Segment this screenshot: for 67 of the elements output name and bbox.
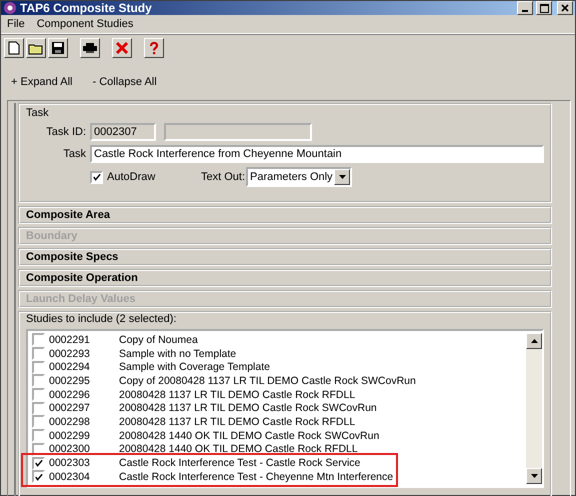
checkbox[interactable] (32, 347, 45, 360)
study-name: Sample with Coverage Template (119, 361, 270, 374)
study-id: 0002296 (49, 388, 91, 401)
close-icon (561, 4, 569, 12)
input-field[interactable] (164, 123, 312, 141)
group-heading: Task (26, 107, 50, 119)
section-header[interactable]: Composite Area (18, 206, 552, 224)
group-heading: Studies to include (2 selected): (26, 313, 178, 325)
study-id: 0002300 (49, 443, 91, 456)
study-id: 0002299 (49, 430, 91, 442)
checkbox[interactable] (32, 402, 45, 415)
dropdown-arrow-icon (338, 175, 346, 179)
window-title: TAP6 Composite Study (20, 1, 153, 15)
study-name: 20080428 1137 LR TIL DEMO Castle Rock SWCovRun (119, 402, 377, 414)
help-icon[interactable] (144, 38, 164, 58)
printer-icon[interactable] (80, 38, 100, 58)
checkbox[interactable] (32, 374, 45, 388)
study-id: 0002293 (49, 348, 91, 360)
task-name-field[interactable]: Castle Rock Interference from Cheyenne Mountain (90, 145, 544, 163)
checkbox[interactable] (32, 415, 45, 428)
field-label: Task ID: (45, 126, 86, 138)
menu-item[interactable]: File (3, 17, 29, 31)
checkbox-label: AutoDraw (107, 171, 156, 183)
study-name: Castle Rock Interference Test - Cheyenne Mtn Interference (119, 470, 394, 483)
close-icon[interactable] (112, 38, 132, 58)
field-label: Text Out: (201, 171, 246, 183)
field-label: Task (62, 148, 86, 160)
checkbox[interactable] (90, 170, 103, 184)
study-id: 0002304 (49, 470, 91, 483)
study-id: 0002294 (49, 361, 91, 374)
study-name: Copy of Noumea (119, 334, 198, 346)
scrollbar[interactable] (526, 333, 542, 484)
expand-link[interactable]: - Collapse All (92, 76, 157, 88)
checkbox[interactable] (32, 333, 45, 346)
maximize-icon (540, 4, 548, 12)
study-name: Copy of 20080428 1137 LR TIL DEMO Castle Rock SWCovRun (119, 374, 416, 387)
study-name: Castle Rock Interference Test - Castle Rock Service (119, 457, 360, 470)
text-out-dropdown[interactable]: Parameters Only (246, 167, 352, 187)
folder-icon[interactable] (26, 38, 46, 58)
save-icon[interactable] (48, 38, 68, 58)
study-name: 20080428 1137 LR TIL DEMO Castle Rock RFDLL (119, 416, 356, 428)
study-name: 20080428 1440 OK TIL DEMO Castle Rock RFDLL (119, 443, 358, 456)
study-name: Sample with no Template (119, 348, 236, 360)
section-header[interactable]: Composite Specs (18, 248, 552, 266)
study-id: 0002291 (49, 334, 91, 346)
study-name: 20080428 1440 OK TIL DEMO Castle Rock SWCovRun (119, 430, 380, 442)
section-header[interactable]: Composite Operation (18, 269, 552, 287)
checkbox[interactable] (32, 360, 45, 374)
study-id: 0002297 (49, 402, 91, 414)
study-id: 0002295 (49, 374, 91, 387)
expand-link[interactable]: + Expand All (11, 76, 72, 88)
checkbox[interactable] (32, 470, 45, 484)
study-name: 20080428 1137 LR TIL DEMO Castle Rock RFDLL (119, 388, 356, 401)
menu-item[interactable]: Component Studies (32, 17, 138, 31)
new-file-icon[interactable] (4, 38, 24, 58)
checkbox[interactable] (32, 429, 45, 442)
study-id: 0002298 (49, 416, 91, 428)
study-id: 0002303 (49, 457, 91, 470)
close-button[interactable] (557, 1, 573, 15)
checkbox[interactable] (32, 456, 45, 470)
scroll-down-icon (530, 474, 538, 478)
scroll-up-icon (530, 339, 538, 343)
maximize-button[interactable] (536, 1, 552, 15)
task-id-field[interactable]: 0002307 (90, 123, 156, 141)
checkbox[interactable] (32, 388, 45, 402)
app-icon (3, 1, 17, 15)
minimize-button[interactable] (517, 1, 533, 15)
